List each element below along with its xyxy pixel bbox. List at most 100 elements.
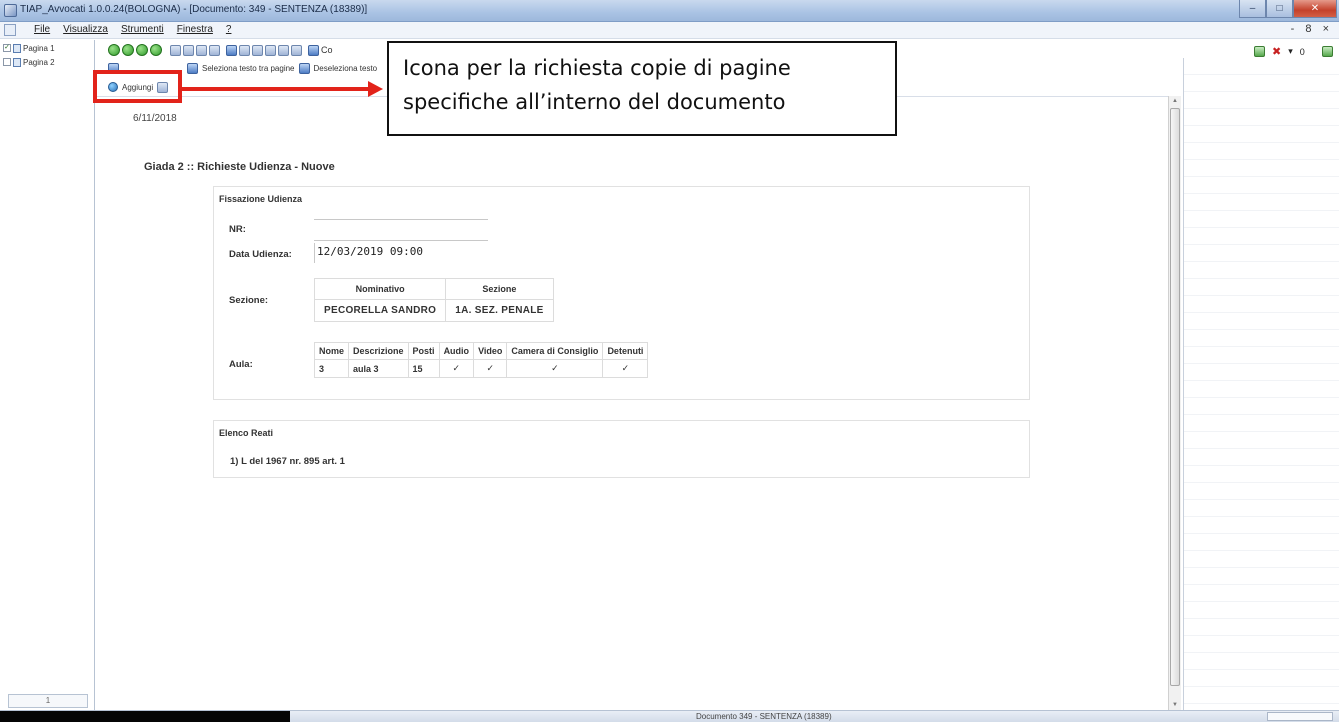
scroll-down-icon[interactable]: ▼ xyxy=(1172,702,1178,708)
page-list-item[interactable]: Pagina 2 xyxy=(3,56,94,68)
right-counter: 0 xyxy=(1299,46,1305,57)
scroll-up-icon[interactable]: ▲ xyxy=(1172,98,1178,104)
nr-label: NR: xyxy=(229,224,246,235)
navigation-toolbar: Co xyxy=(108,42,333,58)
sezione-cell: 1A. SEZ. PENALE xyxy=(445,299,554,322)
table-header-descrizione: Descrizione xyxy=(348,342,409,360)
vertical-scrollbar[interactable]: ▲ ▼ xyxy=(1168,96,1181,710)
next-page-icon[interactable] xyxy=(136,44,148,56)
text-tool-label[interactable]: Co xyxy=(321,45,333,55)
section-title: Fissazione Udienza xyxy=(219,194,303,204)
section-title: Elenco Reati xyxy=(219,428,274,438)
window-title: TIAP_Avvocati 1.0.0.24(BOLOGNA) - [Docum… xyxy=(20,4,368,15)
table-header-nominativo: Nominativo xyxy=(313,278,447,300)
select-text-icon[interactable] xyxy=(187,62,198,74)
right-toolbar: ✖ ▾ 0 xyxy=(1254,45,1339,58)
select-text-button[interactable]: Seleziona testo tra pagine xyxy=(202,64,295,73)
fit-height-icon[interactable] xyxy=(196,44,207,56)
data-udienza-label: Data Udienza: xyxy=(229,249,292,260)
page-icon xyxy=(13,43,21,53)
table-row: PECORELLA SANDRO 1A. SEZ. PENALE xyxy=(313,299,554,322)
page-icon xyxy=(13,57,21,67)
table-header-posti: Posti xyxy=(407,342,440,360)
deselect-text-icon[interactable] xyxy=(298,62,310,74)
status-bar: Documento 349 - SENTENZA (18389) xyxy=(0,710,1339,722)
paste-icon[interactable] xyxy=(252,44,263,56)
table-header-audio: Audio xyxy=(438,342,475,360)
minimize-button[interactable]: – xyxy=(1239,0,1266,18)
table-header-row: Nominativo Sezione xyxy=(313,278,554,300)
first-page-icon[interactable] xyxy=(108,44,120,56)
menu-bar: File Visualizza Strumenti Finestra ? - 8… xyxy=(0,22,1339,39)
zoom-out-icon[interactable] xyxy=(183,44,194,56)
table-header-camera-di-consiglio: Camera di Consiglio xyxy=(506,342,604,360)
window-controls: – □ ✕ xyxy=(1239,0,1337,19)
scrollbar-thumb[interactable] xyxy=(1170,108,1180,686)
status-text: Documento 349 - SENTENZA (18389) xyxy=(696,712,832,721)
table-header-row: Nome Descrizione Posti Audio Video Camer… xyxy=(313,342,649,360)
annotation-arrowhead xyxy=(368,81,383,97)
nr-field xyxy=(314,219,488,241)
previous-page-icon[interactable] xyxy=(122,44,134,56)
video-check-icon: ✓ xyxy=(473,359,508,378)
zoom-in-icon[interactable] xyxy=(170,44,181,56)
sezione-table: Nominativo Sezione PECORELLA SANDRO 1A. … xyxy=(313,278,554,322)
page-number-field[interactable]: 1 xyxy=(8,694,88,708)
close-button[interactable]: ✕ xyxy=(1293,0,1337,18)
aula-table: Nome Descrizione Posti Audio Video Camer… xyxy=(313,342,649,378)
descrizione-cell: aula 3 xyxy=(348,359,409,378)
nominativo-cell: PECORELLA SANDRO xyxy=(313,299,447,322)
save-icon[interactable] xyxy=(278,44,289,56)
page-checkbox[interactable] xyxy=(3,58,11,66)
last-page-icon[interactable] xyxy=(150,44,162,56)
text-tool-icon[interactable] xyxy=(308,44,319,56)
callout-line-2: specifiche all’interno del documento xyxy=(403,90,786,114)
page-label: Pagina 1 xyxy=(23,43,55,53)
document-date: 6/11/2018 xyxy=(133,113,177,124)
print-icon[interactable] xyxy=(265,44,276,56)
sezione-label: Sezione: xyxy=(229,295,269,306)
fit-width-icon[interactable] xyxy=(209,44,220,56)
menu-strumenti[interactable]: Strumenti xyxy=(121,24,164,35)
document-window-icon[interactable] xyxy=(4,24,16,36)
page-checkbox[interactable]: ✓ xyxy=(3,44,11,52)
table-row: 3 aula 3 15 ✓ ✓ ✓ ✓ xyxy=(313,359,649,378)
app-icon xyxy=(4,4,17,17)
annotation-callout: Icona per la richiesta copie di pagine s… xyxy=(387,41,897,136)
accept-icon[interactable] xyxy=(1254,46,1265,57)
elenco-reati-section: Elenco Reati 1) L del 1967 nr. 895 art. … xyxy=(213,420,1030,478)
dropdown-icon[interactable]: ▾ xyxy=(1288,46,1293,57)
copy-icon[interactable] xyxy=(239,44,250,56)
page-list-panel: ✓ Pagina 1 Pagina 2 1 xyxy=(0,40,95,710)
nome-cell: 3 xyxy=(313,359,350,378)
detenuti-check-icon: ✓ xyxy=(602,359,649,378)
aula-label: Aula: xyxy=(229,359,253,370)
status-black-block xyxy=(0,711,290,722)
deselect-text-button[interactable]: Deseleziona testo xyxy=(314,64,378,73)
delete-icon[interactable]: ✖ xyxy=(1272,45,1281,58)
rotate-icon[interactable] xyxy=(226,44,237,56)
annotation-highlight-box xyxy=(93,70,182,103)
options-icon[interactable] xyxy=(291,44,302,56)
reato-item: 1) L del 1967 nr. 895 art. 1 xyxy=(230,456,345,467)
status-box xyxy=(1267,712,1333,721)
annotation-arrow-line xyxy=(182,87,370,91)
maximize-button[interactable]: □ xyxy=(1266,0,1293,18)
menu-finestra[interactable]: Finestra xyxy=(177,24,213,35)
table-header-nome: Nome xyxy=(313,342,350,360)
camera-check-icon: ✓ xyxy=(506,359,604,378)
callout-line-1: Icona per la richiesta copie di pagine xyxy=(403,56,791,80)
title-bar: TIAP_Avvocati 1.0.0.24(BOLOGNA) - [Docum… xyxy=(0,0,1339,22)
group-icon[interactable] xyxy=(1321,46,1333,57)
table-header-detenuti: Detenuti xyxy=(602,342,649,360)
page-list-item[interactable]: ✓ Pagina 1 xyxy=(3,42,94,54)
mdi-controls[interactable]: - 8 × xyxy=(1291,23,1333,35)
posti-cell: 15 xyxy=(407,359,440,378)
menu-help[interactable]: ? xyxy=(226,24,232,35)
document-heading: Giada 2 :: Richieste Udienza - Nuove xyxy=(144,161,335,173)
table-header-sezione: Sezione xyxy=(445,278,554,300)
menu-visualizza[interactable]: Visualizza xyxy=(63,24,108,35)
table-header-video: Video xyxy=(473,342,508,360)
fissazione-udienza-section: Fissazione Udienza NR: Data Udienza: 12/… xyxy=(213,186,1030,400)
menu-file[interactable]: File xyxy=(34,24,50,35)
